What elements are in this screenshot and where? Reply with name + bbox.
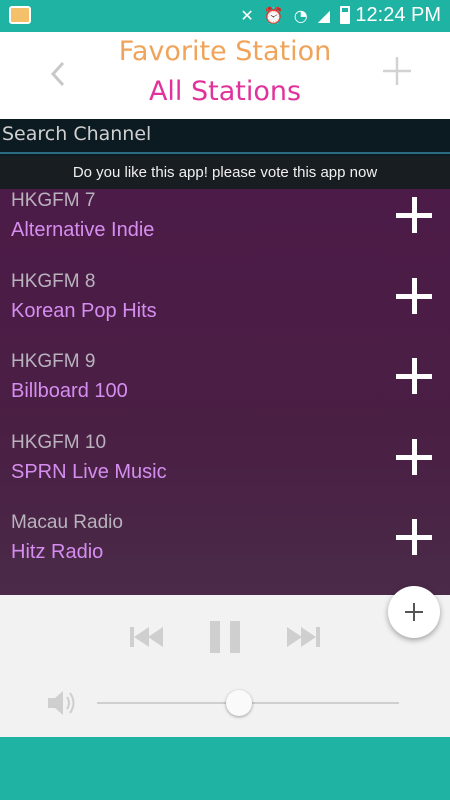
next-track-icon[interactable] <box>286 624 320 654</box>
bottom-bar <box>0 737 450 800</box>
status-time: 12:24 PM <box>355 4 441 26</box>
add-icon <box>405 603 423 621</box>
add-favorite-icon[interactable] <box>396 197 432 233</box>
list-item[interactable]: HKGFM 8 Korean Pop Hits <box>0 270 450 350</box>
volume-icon[interactable] <box>46 688 78 718</box>
search-input[interactable] <box>0 119 442 149</box>
add-favorite-icon[interactable] <box>396 519 432 555</box>
wallet-notification-icon <box>9 6 31 24</box>
genre-name: Billboard 100 <box>11 380 128 402</box>
list-item[interactable]: HKGFM 7 Alternative Indie <box>0 189 450 269</box>
station-name: HKGFM 9 <box>11 351 96 372</box>
search-underline <box>0 152 450 154</box>
genre-name: Alternative Indie <box>11 219 155 241</box>
add-favorite-icon[interactable] <box>396 278 432 314</box>
add-favorite-icon[interactable] <box>396 439 432 475</box>
station-list: HKGFM 7 Alternative Indie HKGFM 8 Korean… <box>0 189 450 595</box>
add-station-fab[interactable] <box>388 586 440 638</box>
genre-name: Korean Pop Hits <box>11 300 157 322</box>
previous-track-icon[interactable] <box>130 624 164 654</box>
add-favorite-icon[interactable] <box>396 358 432 394</box>
signal-icon: ◢ <box>317 6 330 25</box>
station-name: Macau Radio <box>11 512 123 533</box>
station-name: HKGFM 8 <box>11 271 96 292</box>
station-name: HKGFM 7 <box>11 190 96 211</box>
list-item[interactable]: HKGFM 9 Billboard 100 <box>0 350 450 430</box>
battery-icon <box>340 6 350 24</box>
vote-banner[interactable]: Do you like this app! please vote this a… <box>0 156 450 189</box>
app-header: Favorite Station All Stations <box>0 32 450 119</box>
wifi-icon: ◔ <box>293 6 308 25</box>
pause-icon[interactable] <box>209 620 241 658</box>
alarm-icon: ⏰ <box>263 6 284 25</box>
station-name: HKGFM 10 <box>11 432 107 453</box>
genre-name: Hitz Radio <box>11 541 104 563</box>
status-bar: ✕ ⏰ ◔ ◢ 12:24 PM <box>0 0 450 32</box>
status-icons: ✕ ⏰ ◔ ◢ <box>240 6 330 25</box>
add-icon[interactable] <box>382 56 412 92</box>
volume-slider-thumb[interactable] <box>225 690 252 716</box>
genre-name: SPRN Live Music <box>11 461 167 483</box>
list-item[interactable]: HKGFM 10 SPRN Live Music <box>0 431 450 511</box>
list-item[interactable]: Macau Radio Hitz Radio <box>0 511 450 591</box>
mute-icon: ✕ <box>240 6 254 25</box>
search-bar <box>0 119 450 156</box>
